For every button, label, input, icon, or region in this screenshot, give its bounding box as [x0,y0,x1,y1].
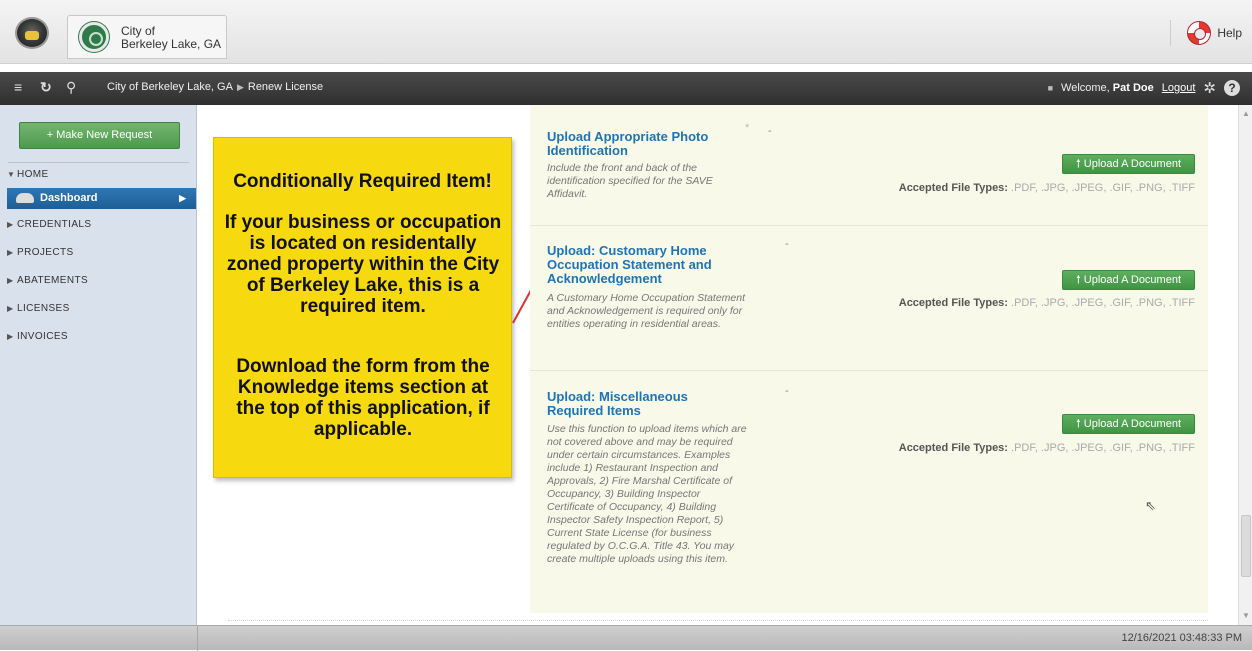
scroll-up-icon[interactable]: ▲ [1242,109,1250,118]
user-area: ■ Welcome, Pat Doe Logout ✲ ? [1048,79,1240,97]
sidebar-item-label: HOME [17,169,49,180]
callout-title: Conditionally Required Item! [233,171,492,192]
file-types-value: .PDF, .JPG, .JPEG, .GIF, .PNG, .TIFF [1011,442,1195,454]
upload-home-occupation-file-types: Accepted File Types: .PDF, .JPG, .JPEG, … [875,297,1195,309]
status-bar: 12/16/2021 03:48:33 PM [0,625,1252,651]
upload-home-occupation-description: A Customary Home Occupation Statement an… [547,292,746,330]
nav-bar: ≡ ↻ ⚲ City of Berkeley Lake, GA ▶ Renew Li… [0,72,1252,105]
sidebar-item-label: Dashboard [40,192,98,204]
sidebar-item-label: CREDENTIALS [17,219,92,230]
breadcrumb-renew-license[interactable]: Renew License [248,81,323,93]
upload-misc-items-title[interactable]: Upload: Miscellaneous Required Items [547,390,732,418]
upload-photo-id-title[interactable]: Upload Appropriate Photo Identification [547,130,732,158]
city-tab[interactable]: City of Berkeley Lake, GA [67,15,227,59]
top-header: City of Berkeley Lake, GA Help [0,0,1252,64]
link-icon[interactable]: ⚲ [66,79,76,96]
upload-home-occupation-button[interactable]: 🠕 Upload A Document [1062,270,1195,290]
content-bottom-divider [228,620,1208,621]
logout-link[interactable]: Logout [1162,82,1196,94]
upload-home-occupation-title[interactable]: Upload: Customary Home Occupation Statem… [547,244,732,286]
sidebar-item-label: ABATEMENTS [17,275,89,286]
make-new-request-button[interactable]: + Make New Request [19,122,180,149]
chevron-right-icon: ▶ [7,220,14,229]
required-star-icon: * [745,122,750,134]
chevron-right-icon: ▶ [7,304,14,313]
file-types-label: Accepted File Types: [898,182,1008,194]
chevron-right-icon: ▶ [179,193,186,203]
sidebar: + Make New Request ▼ HOME Dashboard ▶ ▶ CR… [0,105,197,625]
sidebar-item-invoices[interactable]: ▶ INVOICES [7,331,68,342]
upload-home-occupation-status: - [785,238,789,250]
city-name: City of Berkeley Lake, GA [121,24,222,51]
upload-photo-id-button[interactable]: 🠕 Upload A Document [1062,154,1195,174]
sidebar-item-licenses[interactable]: ▶ LICENSES [7,303,70,314]
sidebar-item-abatements[interactable]: ▶ ABATEMENTS [7,275,88,286]
vertical-scrollbar[interactable]: ▲ ▼ [1238,105,1252,625]
upload-misc-items-button[interactable]: 🠕 Upload A Document [1062,414,1195,434]
main-content: Conditionally Required Item! If your bus… [198,105,1238,625]
upload-misc-items-status: - [785,385,789,397]
file-types-value: .PDF, .JPG, .JPEG, .GIF, .PNG, .TIFF [1011,182,1195,194]
row-divider [530,225,1208,226]
user-name: Pat Doe [1112,82,1154,94]
city-seal-icon [79,22,109,52]
help-divider [1170,20,1172,46]
sidebar-item-home[interactable]: ▼ HOME [7,169,49,180]
chevron-right-icon: ▶ [7,276,14,285]
gear-icon[interactable]: ✲ [1203,79,1216,97]
sidebar-divider [8,162,189,163]
sidebar-item-dashboard[interactable]: Dashboard ▶ [7,188,196,209]
upload-photo-id-description: Include the front and back of the identi… [547,162,713,200]
upload-misc-items-file-types: Accepted File Types: .PDF, .JPG, .JPEG, … [875,442,1195,454]
lock-icon: ■ [1047,83,1054,93]
scroll-down-icon[interactable]: ▼ [1242,611,1250,620]
upload-photo-id-file-types: Accepted File Types: .PDF, .JPG, .JPEG, … [875,182,1195,194]
sidebar-item-projects[interactable]: ▶ PROJECTS [7,247,74,258]
breadcrumb-city[interactable]: City of Berkeley Lake, GA [107,81,233,93]
upload-arrow-icon: 🠕 [1075,274,1081,286]
breadcrumb: City of Berkeley Lake, GA ▶ Renew License [107,81,323,93]
sidebar-item-label: INVOICES [17,331,68,342]
file-types-label: Accepted File Types: [898,297,1008,309]
status-bar-left-panel [0,626,198,651]
app-logo-icon[interactable] [15,17,49,49]
upload-arrow-icon: 🠕 [1075,158,1081,170]
welcome-text: Welcome, Pat Doe [1061,82,1154,94]
breadcrumb-separator-icon: ▶ [236,82,244,92]
help-link[interactable]: Help [1170,20,1242,46]
callout-instructions: Download the form from the Knowledge ite… [236,356,490,440]
welcome-prefix: Welcome, [1061,82,1110,94]
status-timestamp: 12/16/2021 03:48:33 PM [1121,632,1242,644]
sidebar-item-label: LICENSES [17,303,70,314]
chevron-right-icon: ▶ [7,332,14,341]
file-types-label: Accepted File Types: [898,442,1008,454]
chevron-right-icon: ▶ [7,248,14,257]
car-icon [16,193,34,203]
file-types-value: .PDF, .JPG, .JPEG, .GIF, .PNG, .TIFF [1011,297,1195,309]
conditional-requirement-callout: Conditionally Required Item! If your bus… [213,137,512,478]
upload-button-label: Upload A Document [1083,158,1182,170]
mouse-cursor-icon: ⇖ [1145,498,1156,513]
upload-button-label: Upload A Document [1083,418,1182,430]
chevron-down-icon: ▼ [7,170,16,179]
row-divider [530,370,1208,371]
sidebar-item-credentials[interactable]: ▶ CREDENTIALS [7,219,91,230]
sidebar-item-label: PROJECTS [17,247,74,258]
refresh-icon[interactable]: ↻ [40,79,52,96]
upload-photo-id-status: - [768,125,772,137]
upload-arrow-icon: 🠕 [1075,418,1081,430]
lifebuoy-icon [1187,21,1212,45]
callout-body: If your business or occupation is locate… [224,212,502,317]
upload-button-label: Upload A Document [1083,274,1182,286]
menu-icon[interactable]: ≡ [14,79,22,95]
upload-misc-items-description: Use this function to upload items which … [547,423,747,565]
scrollbar-thumb[interactable] [1241,515,1251,577]
help-circle-icon[interactable]: ? [1224,80,1240,96]
help-label: Help [1217,26,1242,40]
